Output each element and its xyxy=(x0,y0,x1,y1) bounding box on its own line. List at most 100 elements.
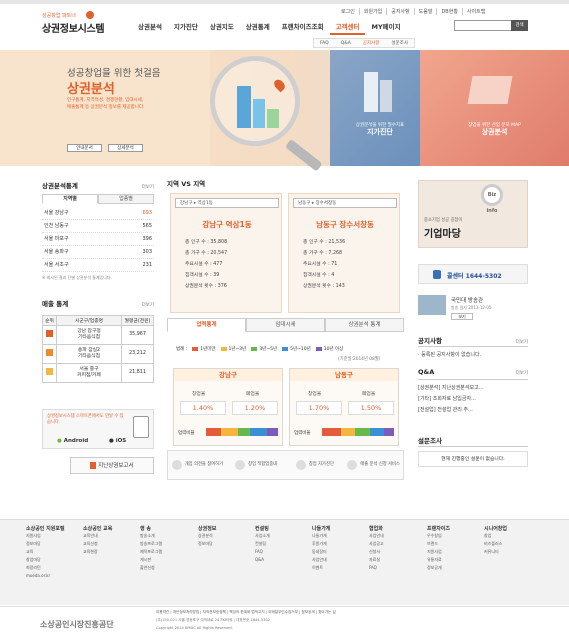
district-analysis-tile[interactable]: 창업을 위한 산업 분포 MAP 상권분석 xyxy=(420,50,569,166)
footer-link[interactable]: 출연신청 xyxy=(140,564,162,572)
util-login[interactable]: 로그인 xyxy=(337,8,359,15)
util-join[interactable]: 회원가입 xyxy=(358,8,386,15)
footer-link[interactable]: 희망리턴 xyxy=(26,564,65,572)
footer-link[interactable]: 우수창업 xyxy=(427,532,450,540)
footer-link[interactable]: 커뮤니티 xyxy=(484,548,507,556)
footer-link[interactable]: 정보마당 xyxy=(26,540,65,548)
tab-industry[interactable]: 업종별 xyxy=(98,194,154,204)
nav-analysis[interactable]: 상권분석 xyxy=(132,19,168,35)
footer-link[interactable]: 정보마당 xyxy=(198,540,216,548)
table-row[interactable]: 강남 압구정 기타음식점 35,967 xyxy=(42,325,154,345)
table-row[interactable]: 송파 잠실2 기타음식점 23,212 xyxy=(42,344,154,364)
footer-link[interactable]: 상권분석 xyxy=(198,532,216,540)
qa-more-link[interactable]: 더보기 xyxy=(516,370,528,376)
util-db[interactable]: DB현황 xyxy=(436,8,461,15)
footer-link[interactable]: 후원가게 xyxy=(312,540,330,548)
android-label: Android xyxy=(63,438,89,444)
list-item[interactable]: [상권분석] 지난상권분석보고... xyxy=(418,383,528,394)
nav-my[interactable]: MY페이지 xyxy=(365,19,406,35)
footer-link[interactable]: 창업마당 xyxy=(26,556,65,564)
footer-link[interactable]: 신청서 xyxy=(369,548,384,556)
footer-link[interactable]: 나들가게 xyxy=(312,532,330,540)
nav-franchise[interactable]: 프랜차이즈조회 xyxy=(276,19,330,35)
footer-link[interactable]: 자료실 xyxy=(369,556,384,564)
hero-guide-button[interactable]: 안내문서 xyxy=(67,144,102,152)
quick-sales[interactable]: 매출 분석 신청 서비스 xyxy=(344,451,403,479)
list-item[interactable]: 서울 서초구 231 xyxy=(42,259,154,272)
callcenter-box[interactable]: 콜센터 1644-5302 xyxy=(418,264,528,284)
footer-links[interactable]: 이용약관 | 개인정보처리방침 | 저작권보호정책 | 책임의 한계와 법적고지… xyxy=(156,610,336,615)
news-view-button[interactable]: 보기 xyxy=(451,313,473,320)
footer-link[interactable]: 지원사업 xyxy=(427,548,450,556)
footer-link[interactable]: 교육안내 xyxy=(83,532,112,540)
footer-link[interactable]: 컨설팅 xyxy=(255,540,270,548)
quick-suitable[interactable]: 창업 적합업종내 xyxy=(227,451,286,479)
quick-opinion[interactable]: 개업 의견을 참여하기 xyxy=(168,451,227,479)
quick-selfcheck[interactable]: 창업 자가진단 xyxy=(286,451,345,479)
footer-link[interactable]: 지원사업 xyxy=(26,532,65,540)
nav-stats[interactable]: 상권통계 xyxy=(240,19,276,35)
bizinfo-banner[interactable]: Biz info 중소기업 성공 길잡이 기업마당 xyxy=(418,180,528,248)
footer-link[interactable]: 사업소개 xyxy=(255,532,270,540)
sub-survey[interactable]: 설문조사 xyxy=(385,39,414,47)
android-link[interactable]: ● Android xyxy=(57,438,88,444)
app-promo[interactable]: 상권정보시스템 스마트폰에서도 만날 수 있습니다. ● Android ● i… xyxy=(42,409,154,449)
footer-link[interactable]: 유통자료 xyxy=(427,556,450,564)
footer-link[interactable]: 제작프로그램 xyxy=(140,548,162,556)
util-notice[interactable]: 공지사항 xyxy=(386,8,413,15)
sub-qa[interactable]: Q&A xyxy=(335,39,357,47)
hero-detail-button[interactable]: 상세분석 xyxy=(108,144,143,152)
list-item[interactable]: 인천 남동구 565 xyxy=(42,220,154,233)
footer-link[interactable]: 교육현장 xyxy=(83,548,112,556)
footer-link[interactable]: 정보공개 xyxy=(427,564,450,572)
footer-link[interactable]: 사업안내 xyxy=(369,532,384,540)
report-button[interactable]: 지난상권보고서 xyxy=(70,457,154,474)
stats-more-link[interactable]: 더보기 xyxy=(142,184,154,190)
region-left-select[interactable]: 강남구 ▸ 역삼1동 xyxy=(175,198,279,208)
footer-link[interactable]: 방송프로그램 xyxy=(140,540,162,548)
footer-link[interactable]: 창업 xyxy=(484,532,507,540)
stat-item: 집객시설 수 : 4 xyxy=(303,273,335,278)
footer-link[interactable]: 교육신청 xyxy=(83,540,112,548)
notice-list: · 등록된 공지사항이 없습니다. xyxy=(418,350,528,361)
list-item[interactable]: 서울 송파구 303 xyxy=(42,246,154,259)
footer-link[interactable]: 방송소개 xyxy=(140,532,162,540)
search-button[interactable]: 검색 xyxy=(511,20,528,31)
ios-link[interactable]: ● iOS xyxy=(109,438,126,444)
footer-link[interactable]: FAQ xyxy=(369,564,384,572)
tab-business-age[interactable]: 업력통계 xyxy=(167,318,246,332)
nav-land[interactable]: 지가진단 xyxy=(168,19,204,35)
list-item[interactable]: 서울 강남구 693 xyxy=(42,207,154,220)
list-item[interactable]: 서울 마포구 396 xyxy=(42,233,154,246)
util-help[interactable]: 도움말 xyxy=(413,8,437,15)
tab-analysis-stats[interactable]: 상권분석 통계 xyxy=(325,318,404,332)
footer-link[interactable]: 이벤트 xyxy=(312,564,330,572)
land-diagnosis-tile[interactable]: 상권분석을 위한 필수지표 지가진단 xyxy=(330,50,430,166)
sub-faq[interactable]: FAQ xyxy=(314,39,335,47)
nav-map[interactable]: 상권지도 xyxy=(204,19,240,35)
news-box[interactable]: 국민대 방송관 방송 일자 2013-12-05 보기 xyxy=(418,295,528,325)
nav-support[interactable]: 고객센터 xyxy=(329,19,366,35)
footer-link[interactable]: 사업공고 xyxy=(369,540,384,548)
util-sitemap[interactable]: 사이트맵 xyxy=(461,8,489,15)
footer-link[interactable]: Q&A xyxy=(255,556,270,564)
sub-notice[interactable]: 공지사항 xyxy=(357,39,386,47)
list-item[interactable]: [기타] 조회자료 남입금자... xyxy=(418,394,528,405)
tab-region[interactable]: 지역별 xyxy=(42,194,98,204)
footer-link[interactable]: FAQ xyxy=(255,548,270,556)
notice-more-link[interactable]: 더보기 xyxy=(516,339,528,345)
footer-link[interactable]: 게시판 xyxy=(140,556,162,564)
region-right-select[interactable]: 남동구 ▸ 장수서창동 xyxy=(293,198,397,208)
footer-link[interactable]: 사업안내 xyxy=(312,556,330,564)
footer-link[interactable]: 브랜드 xyxy=(427,540,450,548)
footer-link[interactable]: 비즈플러스 xyxy=(484,540,507,548)
footer-link[interactable]: 동네장터 xyxy=(312,548,330,556)
search-input[interactable]: 검색 xyxy=(454,20,528,31)
footer-link[interactable]: mueda.or.kr xyxy=(26,572,65,580)
table-row[interactable]: 서울 중구 커피점/카페 21,811 xyxy=(42,363,154,383)
list-item[interactable]: [전설업] 전설업 관리 주... xyxy=(418,405,528,416)
tab-rent[interactable]: 임대시세 xyxy=(246,318,325,332)
sales-more-link[interactable]: 더보기 xyxy=(142,302,154,308)
footer-link[interactable]: 교육 xyxy=(26,548,65,556)
site-logo[interactable]: 성공창업 파트너 상권정보시스템 xyxy=(40,11,120,38)
